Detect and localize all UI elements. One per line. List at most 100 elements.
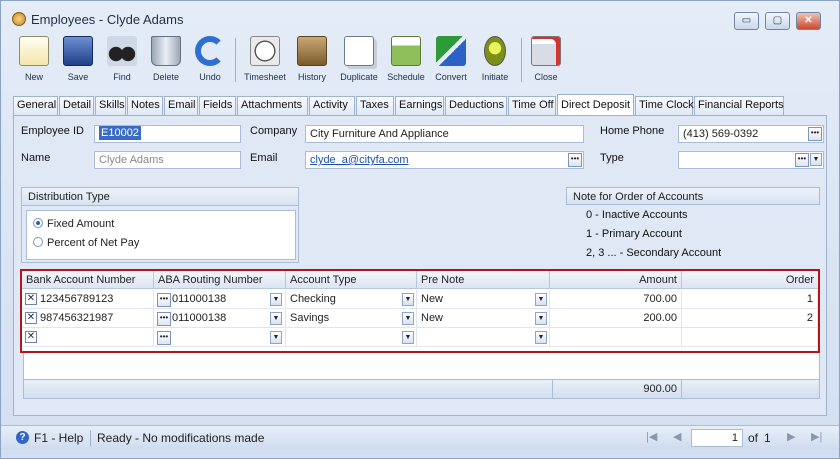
- tab-fields[interactable]: Fields: [199, 96, 236, 115]
- close-button[interactable]: Close: [527, 34, 565, 86]
- traffic-light-icon: [484, 36, 506, 66]
- employee-id-field[interactable]: E10002: [94, 125, 241, 143]
- pre-note-dropdown-button[interactable]: ▼: [535, 331, 547, 344]
- employee-id-label: Employee ID: [21, 125, 84, 137]
- account-type-dropdown-button[interactable]: ▼: [402, 312, 414, 325]
- tab-email[interactable]: Email: [164, 96, 198, 115]
- home-phone-ellipsis-button[interactable]: •••: [808, 127, 822, 141]
- last-page-icon[interactable]: ▶|: [811, 430, 822, 443]
- type-ellipsis-button[interactable]: •••: [795, 153, 809, 167]
- percent-of-net-pay-radio[interactable]: Percent of Net Pay: [33, 237, 139, 249]
- cell-amount[interactable]: [550, 328, 682, 347]
- tab-financial-reports[interactable]: Financial Reports: [694, 96, 784, 115]
- cell-aba-routing[interactable]: [154, 328, 286, 347]
- tab-time-off[interactable]: Time Off: [508, 96, 556, 115]
- distribution-type-group: Distribution Type Fixed Amount Percent o…: [21, 187, 299, 263]
- routing-dropdown-button[interactable]: ▼: [270, 312, 282, 325]
- column-header-order[interactable]: Order: [682, 271, 818, 289]
- column-header-amount[interactable]: Amount: [550, 271, 682, 289]
- cell-aba-routing[interactable]: 011000138: [154, 290, 286, 309]
- tab-notes[interactable]: Notes: [127, 96, 163, 115]
- history-button[interactable]: History: [293, 34, 331, 86]
- name-field[interactable]: Clyde Adams: [94, 151, 241, 169]
- email-ellipsis-button[interactable]: •••: [568, 153, 582, 167]
- type-dropdown-button[interactable]: ▼: [810, 153, 822, 166]
- tab-general[interactable]: General: [13, 96, 58, 115]
- delete-row-icon[interactable]: ✕: [25, 312, 37, 324]
- save-button[interactable]: Save: [60, 34, 96, 86]
- cell-aba-routing[interactable]: 011000138: [154, 309, 286, 328]
- cell-bank-account[interactable]: 123456789123: [22, 290, 154, 309]
- floppy-disk-icon: [63, 36, 93, 66]
- tab-skills[interactable]: Skills: [95, 96, 126, 115]
- account-type-dropdown-button[interactable]: ▼: [402, 293, 414, 306]
- convert-button[interactable]: Convert: [431, 34, 471, 86]
- undo-button[interactable]: Undo: [192, 34, 228, 86]
- cell-pre-note[interactable]: New: [417, 309, 550, 328]
- next-page-icon[interactable]: ▶: [787, 430, 795, 443]
- column-header-aba-routing[interactable]: ABA Routing Number: [154, 271, 286, 289]
- tab-attachments[interactable]: Attachments: [237, 96, 308, 115]
- cell-order[interactable]: 2: [682, 309, 818, 328]
- initiate-button[interactable]: Initiate: [476, 34, 514, 86]
- first-page-icon[interactable]: |◀: [646, 430, 657, 443]
- duplicate-label: Duplicate: [340, 72, 378, 82]
- pre-note-dropdown-button[interactable]: ▼: [535, 312, 547, 325]
- previous-page-icon[interactable]: ◀: [673, 430, 681, 443]
- tab-direct-deposit[interactable]: Direct Deposit: [557, 94, 634, 115]
- routing-dropdown-button[interactable]: ▼: [270, 293, 282, 306]
- column-header-bank-account[interactable]: Bank Account Number: [22, 271, 154, 289]
- tab-earnings[interactable]: Earnings: [395, 96, 444, 115]
- tab-time-clock[interactable]: Time Clock: [635, 96, 694, 115]
- cell-bank-account[interactable]: 987456321987: [22, 309, 154, 328]
- column-header-account-type[interactable]: Account Type: [286, 271, 417, 289]
- cell-pre-note[interactable]: [417, 328, 550, 347]
- schedule-button[interactable]: Schedule: [384, 34, 428, 86]
- cell-pre-note[interactable]: New: [417, 290, 550, 309]
- app-icon: [12, 12, 26, 26]
- home-phone-field[interactable]: (413) 569-0392: [678, 125, 824, 143]
- routing-ellipsis-button[interactable]: •••: [157, 312, 171, 326]
- tab-deductions[interactable]: Deductions: [445, 96, 507, 115]
- cell-order[interactable]: 1: [682, 290, 818, 309]
- email-link[interactable]: clyde_a@cityfa.com: [310, 154, 409, 166]
- close-window-button[interactable]: ✕: [796, 12, 821, 30]
- toolbar-separator: [235, 38, 236, 82]
- duplicate-button[interactable]: Duplicate: [337, 34, 381, 86]
- timesheet-button[interactable]: Timesheet: [241, 34, 289, 86]
- cell-account-type[interactable]: [286, 328, 417, 347]
- tab-taxes[interactable]: Taxes: [356, 96, 394, 115]
- cell-amount[interactable]: 200.00: [550, 309, 682, 328]
- cell-order[interactable]: [682, 328, 818, 347]
- status-separator: [90, 430, 91, 446]
- tab-activity[interactable]: Activity: [309, 96, 355, 115]
- account-type-dropdown-button[interactable]: ▼: [402, 331, 414, 344]
- pre-note-dropdown-button[interactable]: ▼: [535, 293, 547, 306]
- column-header-pre-note[interactable]: Pre Note: [417, 271, 550, 289]
- company-field[interactable]: City Furniture And Appliance: [305, 125, 584, 143]
- undo-arrow-icon: [195, 36, 225, 66]
- routing-dropdown-button[interactable]: ▼: [270, 331, 282, 344]
- home-phone-label: Home Phone: [600, 125, 665, 137]
- page-number-input[interactable]: 1: [691, 429, 743, 447]
- help-icon[interactable]: ?: [16, 431, 29, 444]
- cell-amount[interactable]: 700.00: [550, 290, 682, 309]
- cell-bank-account[interactable]: [22, 328, 154, 347]
- routing-ellipsis-button[interactable]: •••: [157, 331, 171, 345]
- maximize-button[interactable]: ▢: [765, 12, 790, 30]
- name-label: Name: [21, 152, 51, 164]
- cell-account-type[interactable]: Savings: [286, 309, 417, 328]
- order-note-group: Note for Order of Accounts 0 - Inactive …: [566, 187, 820, 263]
- delete-row-icon[interactable]: ✕: [25, 331, 37, 343]
- help-label[interactable]: F1 - Help: [34, 431, 83, 445]
- routing-ellipsis-button[interactable]: •••: [157, 293, 171, 307]
- tab-detail[interactable]: Detail: [59, 96, 94, 115]
- new-button[interactable]: New: [16, 34, 52, 86]
- email-field[interactable]: clyde_a@cityfa.com: [305, 151, 584, 169]
- delete-row-icon[interactable]: ✕: [25, 293, 37, 305]
- fixed-amount-radio[interactable]: Fixed Amount: [33, 218, 114, 230]
- minimize-button[interactable]: ▭: [734, 12, 759, 30]
- delete-button[interactable]: Delete: [148, 34, 184, 86]
- cell-account-type[interactable]: Checking: [286, 290, 417, 309]
- find-button[interactable]: Find: [104, 34, 140, 86]
